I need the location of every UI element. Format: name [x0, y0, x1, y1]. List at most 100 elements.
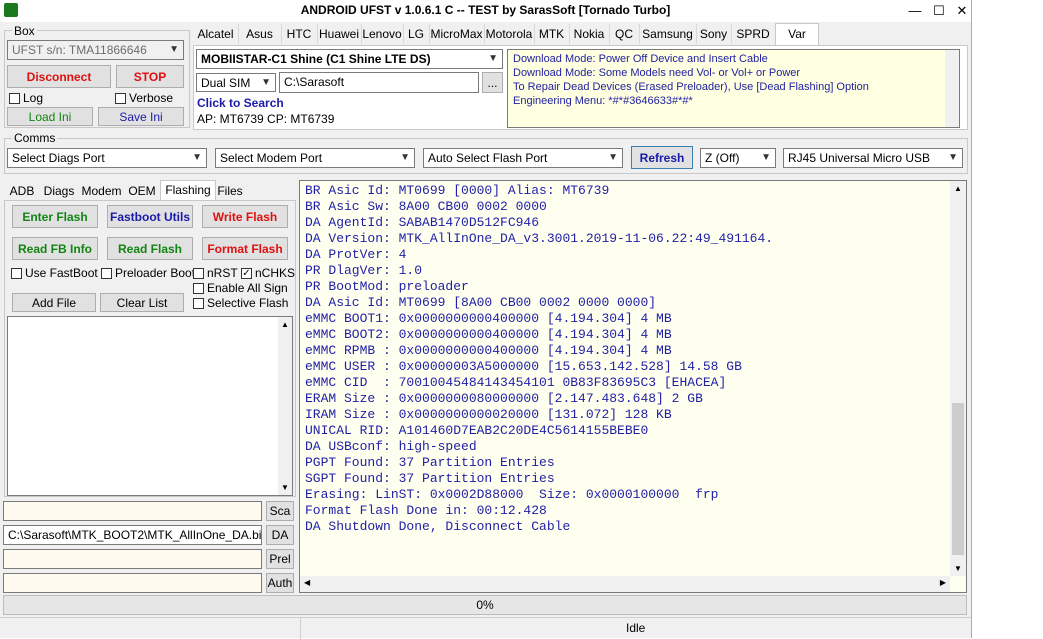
log-line: BR Asic Id: MT0699 [0000] Alias: MT6739: [305, 183, 610, 198]
tab-lenovo[interactable]: Lenovo: [361, 24, 404, 44]
tab-flashing[interactable]: Flashing: [160, 180, 216, 201]
use-fastboot-label: Use FastBoot: [25, 266, 98, 280]
model-select[interactable]: MOBIISTAR-C1 Shine (C1 Shine LTE DS) ▼: [196, 49, 503, 69]
auth-field[interactable]: [3, 573, 262, 593]
checkbox-box: [11, 267, 22, 279]
use-fastboot-checkbox[interactable]: Use FastBoot: [11, 266, 98, 280]
minimize-icon[interactable]: —: [904, 2, 926, 20]
browse-button[interactable]: ...: [482, 72, 503, 93]
cable-select[interactable]: RJ45 Universal Micro USB ▼: [783, 148, 963, 168]
diags-port-select[interactable]: Select Diags Port ▼: [7, 148, 207, 168]
auth-button[interactable]: Auth: [266, 573, 294, 593]
maximize-icon[interactable]: ☐: [928, 2, 950, 20]
scroll-up-icon[interactable]: ▲: [281, 320, 289, 329]
preloader-boot-label: Preloader Boot: [115, 266, 196, 280]
enter-flash-button[interactable]: Enter Flash: [12, 205, 98, 228]
flash-port-select[interactable]: Auto Select Flash Port ▼: [423, 148, 623, 168]
preloader-button[interactable]: Prel: [266, 549, 294, 569]
tab-adb[interactable]: ADB: [5, 182, 39, 200]
tab-motorola[interactable]: Motorola: [484, 24, 535, 44]
log-line: eMMC CID : 70010045484143454101 0B83F836…: [305, 375, 727, 390]
log-line: ERAM Size : 0x0000000080000000 [2.147.48…: [305, 391, 703, 406]
scroll-up-icon[interactable]: ▲: [954, 184, 962, 193]
model-value: MOBIISTAR-C1 Shine (C1 Shine LTE DS): [201, 52, 431, 66]
scatter-field[interactable]: [3, 501, 262, 521]
click-to-search-link[interactable]: Click to Search: [197, 96, 284, 110]
tab-qc[interactable]: QC: [609, 24, 640, 44]
sim-select[interactable]: Dual SIM ▼: [196, 73, 276, 92]
verbose-checkbox[interactable]: Verbose: [115, 91, 173, 105]
refresh-button[interactable]: Refresh: [631, 146, 693, 169]
nrst-checkbox[interactable]: nRST: [193, 266, 238, 280]
add-file-button[interactable]: Add File: [12, 293, 96, 312]
read-fb-info-button[interactable]: Read FB Info: [12, 237, 98, 260]
disconnect-button[interactable]: Disconnect: [7, 65, 111, 88]
serial-select[interactable]: UFST s/n: TMA11866646 ▼: [7, 40, 184, 60]
tab-lg[interactable]: LG: [403, 24, 430, 44]
file-list[interactable]: ▲ ▼: [7, 316, 293, 496]
tab-var[interactable]: Var: [775, 23, 819, 46]
selective-flash-checkbox[interactable]: Selective Flash: [193, 296, 288, 310]
tab-mtk[interactable]: MTK: [534, 24, 570, 44]
log-line: UNICAL RID: A101460D7EAB2C20DE4C5614155B…: [305, 423, 649, 438]
status-text: Idle: [626, 621, 646, 635]
modem-port-select[interactable]: Select Modem Port ▼: [215, 148, 415, 168]
log-line: PR DlagVer: 1.0: [305, 263, 423, 278]
da-file-field[interactable]: C:\Sarasoft\MTK_BOOT2\MTK_AllInOne_DA.bi…: [3, 525, 262, 545]
chevron-down-icon: ▼: [400, 152, 410, 163]
log-line: IRAM Size : 0x0000000000020000 [131.072]…: [305, 407, 672, 422]
z-mode-select[interactable]: Z (Off) ▼: [700, 148, 776, 168]
log-output[interactable]: BR Asic Id: MT0699 [0000] Alias: MT6739 B…: [299, 180, 967, 593]
tab-files[interactable]: Files: [214, 182, 246, 200]
fastboot-utils-button[interactable]: Fastboot Utils: [107, 205, 193, 228]
log-line: eMMC RPMB : 0x0000000000400000 [4.194.30…: [305, 343, 672, 358]
path-field[interactable]: C:\Sarasoft: [279, 72, 479, 93]
close-icon[interactable]: ✕: [951, 2, 973, 20]
log-checkbox[interactable]: Log: [9, 91, 43, 105]
scroll-down-icon[interactable]: ▼: [281, 483, 289, 492]
selective-flash-label: Selective Flash: [207, 296, 289, 310]
comms-group-label: Comms: [12, 131, 58, 145]
tab-diags[interactable]: Diags: [39, 182, 79, 200]
read-flash-button[interactable]: Read Flash: [107, 237, 193, 260]
tab-nokia[interactable]: Nokia: [569, 24, 610, 44]
main-window: ANDROID UFST v 1.0.6.1 C -- TEST by Sara…: [0, 0, 973, 639]
preloader-field[interactable]: [3, 549, 262, 569]
tab-alcatel[interactable]: Alcatel: [193, 24, 239, 44]
tab-htc[interactable]: HTC: [281, 24, 318, 44]
stop-button[interactable]: STOP: [116, 65, 184, 88]
da-button[interactable]: DA: [266, 525, 294, 545]
log-hscrollbar[interactable]: ◀ ▶: [300, 576, 950, 592]
load-ini-button[interactable]: Load Ini: [7, 107, 93, 126]
log-vscrollbar[interactable]: ▲ ▼: [950, 181, 966, 576]
scroll-left-icon[interactable]: ◀: [304, 578, 310, 587]
chevron-down-icon: ▼: [261, 77, 271, 88]
status-divider: [300, 618, 301, 639]
window-title: ANDROID UFST v 1.0.6.1 C -- TEST by Sara…: [300, 3, 671, 17]
nchks-checkbox[interactable]: ✓ nCHKS: [241, 266, 295, 280]
log-line: Format Flash Done in: 00:12.428: [305, 503, 547, 518]
verbose-checkbox-label: Verbose: [129, 91, 174, 105]
tab-huawei[interactable]: Huawei: [317, 24, 362, 44]
scroll-down-icon[interactable]: ▼: [954, 564, 962, 573]
tab-asus[interactable]: Asus: [238, 24, 282, 44]
tab-oem[interactable]: OEM: [124, 182, 160, 200]
tab-modem[interactable]: Modem: [79, 182, 124, 200]
clear-list-button[interactable]: Clear List: [100, 293, 184, 312]
log-line: DA AgentId: SABAB1470D512FC946: [305, 215, 540, 230]
tab-sony[interactable]: Sony: [696, 24, 732, 44]
tab-micromax[interactable]: MicroMax: [429, 24, 485, 44]
status-bar: Idle: [0, 617, 971, 639]
save-ini-button[interactable]: Save Ini: [98, 107, 184, 126]
info-scrollbar[interactable]: [945, 50, 959, 127]
tab-samsung[interactable]: Samsung: [639, 24, 697, 44]
tab-sprd[interactable]: SPRD: [731, 24, 776, 44]
scroll-right-icon[interactable]: ▶: [940, 578, 946, 587]
write-flash-button[interactable]: Write Flash: [202, 205, 288, 228]
file-list-scrollbar[interactable]: ▲ ▼: [278, 317, 292, 495]
enable-all-sign-checkbox[interactable]: Enable All Sign: [193, 281, 288, 295]
format-flash-button[interactable]: Format Flash: [202, 237, 288, 260]
preloader-boot-checkbox[interactable]: Preloader Boot: [101, 266, 195, 280]
scatter-button[interactable]: Sca: [266, 501, 294, 521]
scroll-thumb[interactable]: [952, 403, 964, 555]
